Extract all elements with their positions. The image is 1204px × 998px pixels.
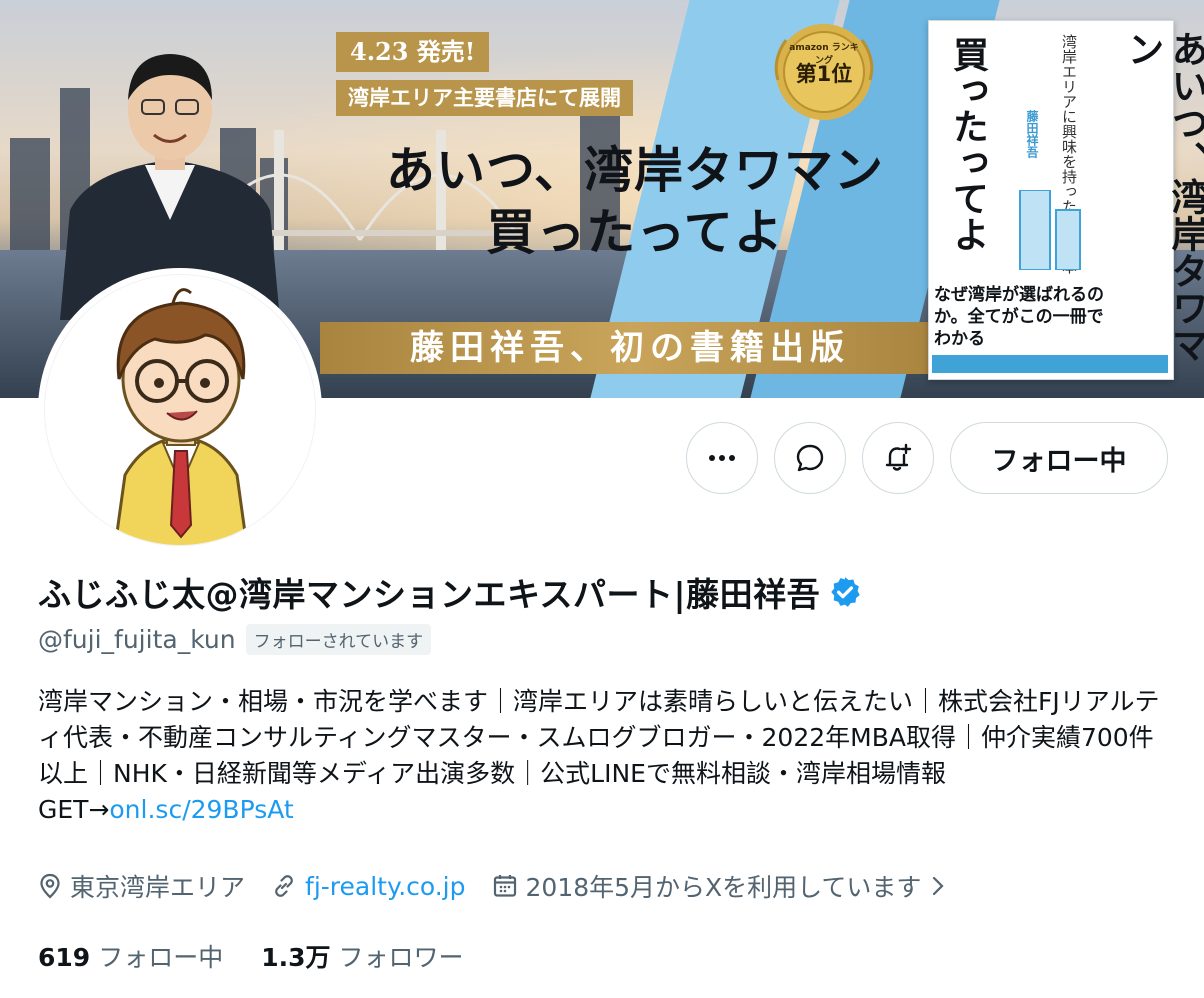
more-options-button[interactable] — [686, 422, 758, 494]
following-count: 619 — [38, 943, 91, 972]
book-author: 藤田祥吾 — [1025, 110, 1039, 158]
chevron-right-icon — [933, 876, 944, 896]
book-catchcopy: なぜ湾岸が選ばれるのか。全てがこの一冊でわかる — [934, 285, 1104, 349]
cartoon-avatar-image — [45, 275, 315, 545]
book-title-left: 買ったってよ — [947, 36, 988, 252]
more-horizontal-icon — [709, 455, 735, 461]
author-announcement-text: 藤田祥吾、初の書籍出版 — [410, 328, 850, 368]
joined-text: 2018年5月からXを利用しています — [525, 873, 922, 902]
followers-count: 1.3万 — [261, 943, 331, 972]
book-tower-illustration — [1019, 190, 1081, 270]
headline-line-2: 買ったってよ — [486, 204, 784, 261]
avatar[interactable] — [44, 274, 316, 546]
handle-row: @fuji_fujita_kun フォローされています — [38, 624, 432, 655]
following-button[interactable]: フォロー中 — [950, 422, 1168, 494]
book-title-right: あいつ、湾岸タワマン — [1121, 30, 1204, 363]
headline-line-1: あいつ、湾岸タワマン — [385, 142, 885, 199]
joined-item[interactable]: 2018年5月からXを利用しています — [492, 868, 954, 904]
follow-stats-row: 619 フォロー中 1.3万 フォロワー — [38, 938, 502, 974]
profile-meta-row: 東京湾岸エリア fj-realty.co.jp 2018年5月からXを利用してい… — [38, 868, 979, 904]
followers-label: フォロワー — [338, 943, 464, 972]
banner-headline: あいつ、湾岸タワマン 買ったってよ — [340, 140, 930, 264]
profile-name-row: ふじふじ太@湾岸マンションエキスパート|藤田祥吾 — [38, 568, 862, 616]
location-pin-icon — [40, 873, 60, 899]
medal-rank-text: 第1位 — [795, 62, 853, 86]
message-button[interactable] — [774, 422, 846, 494]
release-date-tag: 4.23 発売! — [336, 32, 490, 72]
website-item[interactable]: fj-realty.co.jp — [271, 872, 466, 901]
building-silhouette — [10, 138, 50, 258]
bio-link[interactable]: onl.sc/29BPsAt — [109, 795, 293, 824]
following-label: フォロー中 — [98, 943, 224, 972]
author-announcement-bar: 藤田祥吾、初の書籍出版 — [320, 322, 940, 374]
bookstore-tag: 湾岸エリア主要書店にて展開 — [336, 80, 633, 116]
bell-plus-icon — [885, 443, 912, 471]
followers-stat[interactable]: 1.3万 フォロワー — [261, 938, 463, 974]
message-icon — [796, 444, 824, 472]
profile-bio: 湾岸マンション・相場・市況を学べます｜湾岸エリアは素晴らしいと伝えたい｜株式会社… — [38, 684, 1168, 828]
book-footer-strip — [932, 355, 1168, 373]
verified-badge-icon[interactable] — [828, 575, 862, 609]
link-icon — [275, 875, 293, 897]
calendar-icon — [493, 875, 516, 897]
website-link[interactable]: fj-realty.co.jp — [305, 872, 466, 901]
location-item: 東京湾岸エリア — [38, 868, 245, 904]
notification-toggle-button[interactable] — [862, 422, 934, 494]
location-text: 東京湾岸エリア — [70, 873, 246, 902]
display-name: ふじふじ太@湾岸マンションエキスパート|藤田祥吾 — [38, 575, 821, 614]
avatar-ring[interactable] — [38, 268, 322, 552]
following-stat[interactable]: 619 フォロー中 — [38, 938, 223, 974]
follows-you-badge: フォローされています — [245, 624, 432, 655]
user-handle: @fuji_fujita_kun — [38, 625, 236, 654]
